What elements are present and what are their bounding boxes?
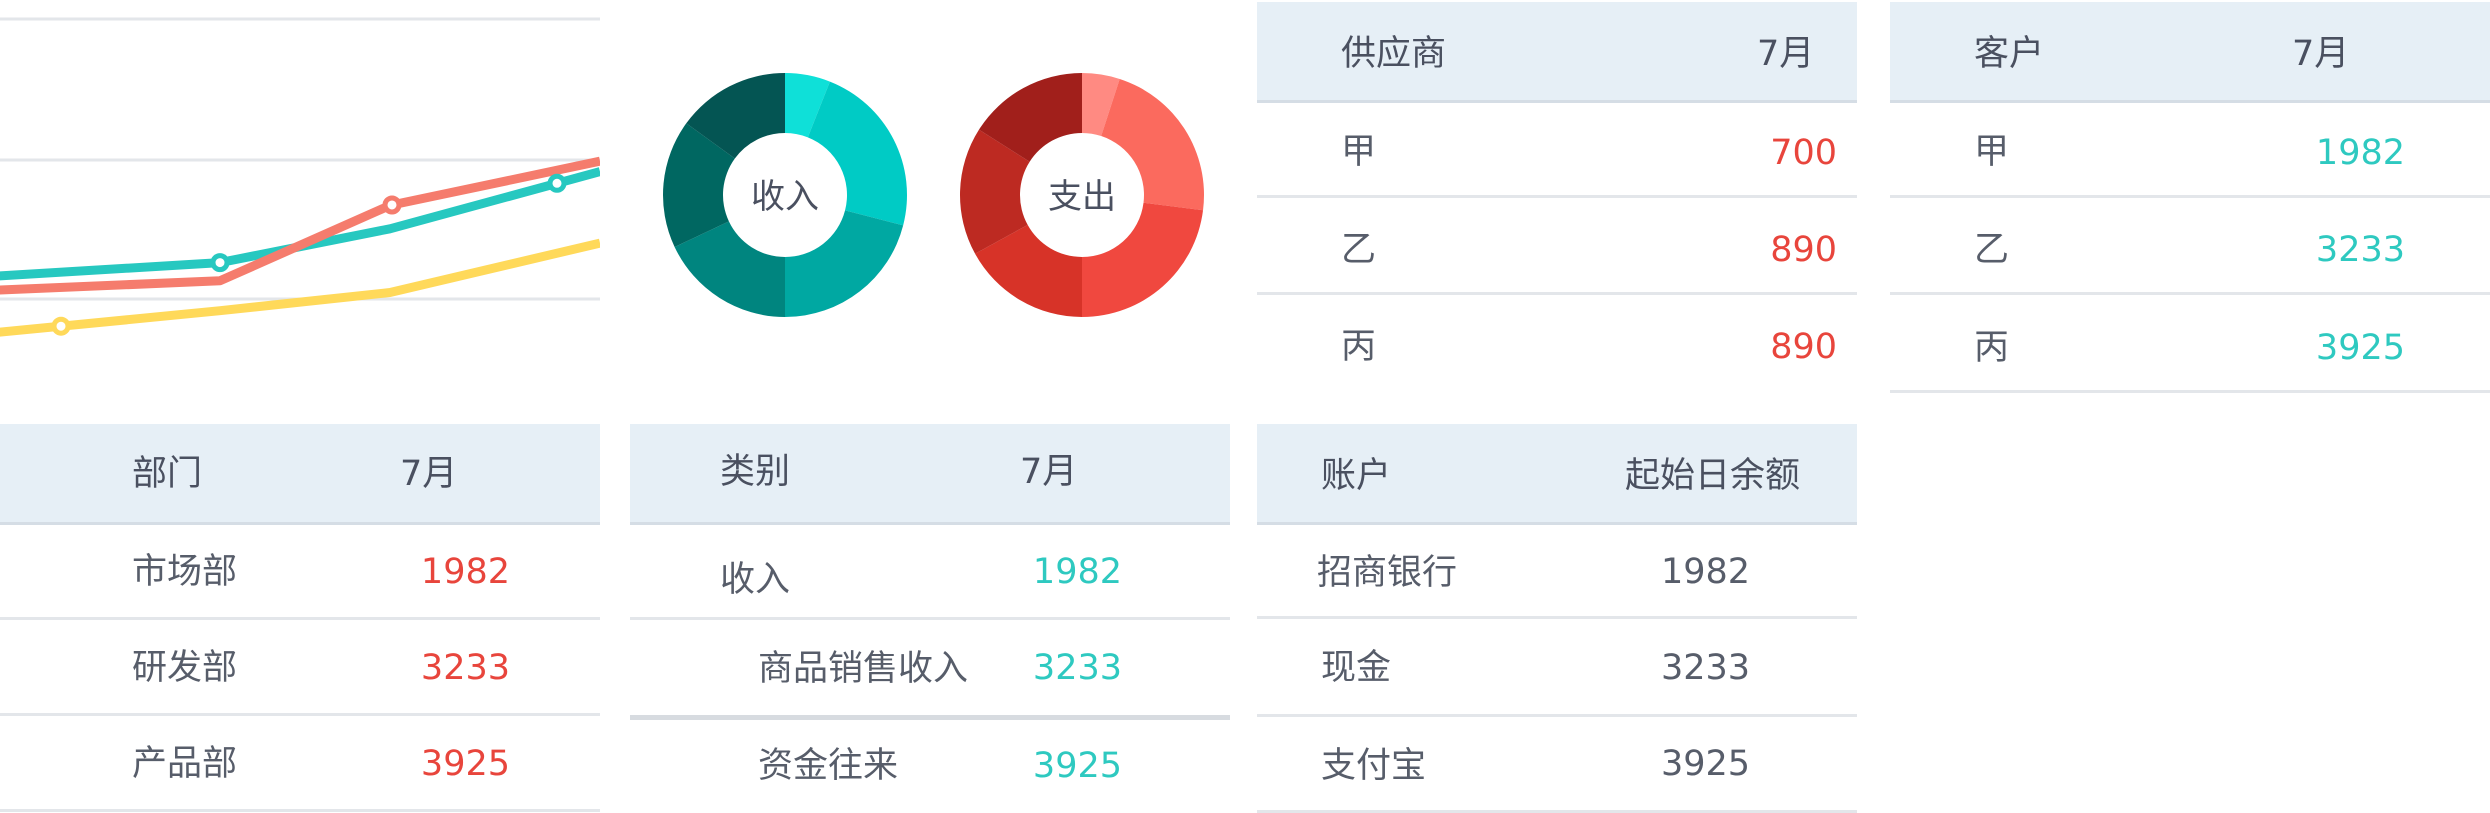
expense-donut-label: 支出 (1048, 177, 1116, 217)
customer-table: 客户 7月 甲 1982 乙 3233 丙 3925 (1890, 2, 2490, 393)
income-donut-label: 收入 (751, 177, 819, 217)
row-divider (1890, 292, 2490, 295)
account-value: 1982 (1661, 552, 1751, 592)
customer-name: 甲 (1974, 132, 2010, 172)
category-name: 收入 (720, 560, 791, 600)
row-divider (0, 809, 600, 812)
row-divider (1890, 390, 2490, 393)
account-name: 招商银行 (1317, 553, 1458, 593)
category-value: 3233 (1032, 648, 1122, 688)
line-point-marker (382, 195, 402, 215)
department-name: 市场部 (132, 552, 238, 592)
line-chart (0, 17, 600, 337)
row-divider (0, 713, 600, 716)
row-divider (1257, 616, 1857, 619)
column-header-category: 类别 (720, 452, 791, 492)
account-name: 支付宝 (1321, 746, 1427, 786)
line-point-marker (210, 253, 230, 273)
income-donut-chart: 收入 (663, 73, 907, 317)
column-header-month: 7月 (400, 454, 458, 494)
line-point-marker (51, 316, 71, 336)
category-value: 3925 (1032, 746, 1122, 786)
department-value: 1982 (420, 552, 510, 592)
column-header-month: 7月 (2292, 34, 2350, 74)
column-header-month: 7月 (1757, 34, 1815, 74)
account-value: 3233 (1661, 648, 1751, 688)
customer-value: 1982 (2315, 133, 2405, 173)
row-divider (0, 617, 600, 620)
department-name: 研发部 (132, 648, 238, 688)
supplier-table: 供应商 7月 甲 700 乙 890 丙 890 (1257, 2, 1857, 392)
category-value: 1982 (1032, 552, 1122, 592)
column-header-account: 账户 (1321, 456, 1392, 496)
table-header (0, 424, 600, 525)
account-value: 3925 (1661, 744, 1751, 784)
line-point-marker (547, 173, 567, 193)
donut-slice (1082, 202, 1204, 317)
supplier-name: 丙 (1341, 327, 1377, 367)
supplier-value: 890 (1770, 327, 1837, 367)
account-name: 现金 (1321, 648, 1392, 688)
row-divider (1257, 292, 1857, 295)
row-divider (630, 617, 1230, 620)
column-header-supplier: 供应商 (1341, 34, 1447, 74)
supplier-name: 乙 (1341, 230, 1377, 270)
account-table: 账户 起始日余额 招商银行 1982 现金 3233 支付宝 3925 (1257, 424, 1857, 813)
column-header-customer: 客户 (1974, 34, 2045, 74)
donut-slice (807, 81, 907, 226)
customer-value: 3233 (2315, 230, 2405, 270)
category-table: 类别 7月 收入 1982 商品销售收入 3233 资金往来 3925 (630, 424, 1230, 813)
row-divider (630, 715, 1230, 720)
column-header-department: 部门 (132, 454, 203, 494)
customer-name: 丙 (1974, 328, 2010, 368)
column-header-month: 7月 (1020, 452, 1078, 492)
supplier-value: 890 (1770, 230, 1837, 270)
category-name: 商品销售收入 (758, 649, 969, 689)
donut-slice (1101, 78, 1204, 211)
customer-value: 3925 (2315, 328, 2405, 368)
category-name: 资金往来 (758, 746, 899, 786)
department-table: 部门 7月 市场部 1982 研发部 3233 产品部 3925 (0, 424, 600, 813)
supplier-value: 700 (1770, 133, 1837, 173)
column-header-opening-balance: 起始日余额 (1625, 456, 1801, 496)
expense-donut-chart: 支出 (960, 73, 1204, 317)
department-value: 3233 (420, 648, 510, 688)
department-value: 3925 (420, 744, 510, 784)
supplier-name: 甲 (1341, 132, 1377, 172)
customer-name: 乙 (1974, 230, 2010, 270)
row-divider (1890, 195, 2490, 198)
row-divider (1257, 714, 1857, 717)
donut-slice (785, 210, 904, 317)
department-name: 产品部 (132, 744, 238, 784)
row-divider (1257, 195, 1857, 198)
